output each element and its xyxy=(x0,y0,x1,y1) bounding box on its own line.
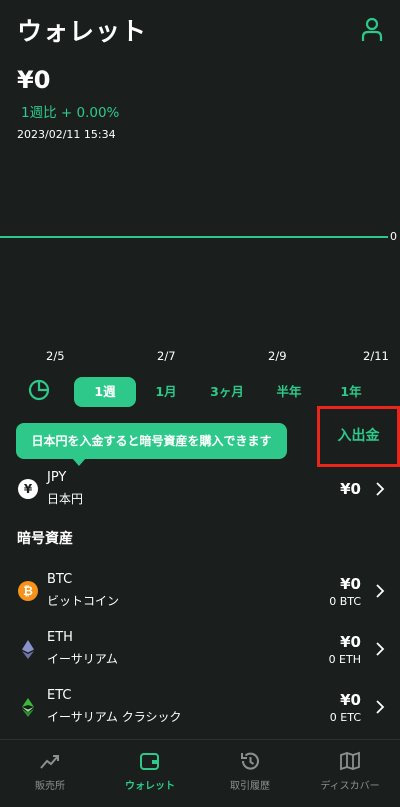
weekly-change: 1週比 + 0.00% xyxy=(21,105,120,121)
tab-exchange[interactable]: 販売所 xyxy=(0,740,100,807)
asset-amount: ¥0 xyxy=(340,691,361,709)
ethereum-icon xyxy=(22,640,34,659)
pie-chart-icon xyxy=(28,379,50,401)
tab-history[interactable]: 取引履歴 xyxy=(200,740,300,807)
asset-name: 日本円 xyxy=(47,492,84,506)
asset-quantity: 0 BTC xyxy=(329,595,361,608)
bottom-tab-bar: 販売所 ウォレット 取引履歴 ディスカバー xyxy=(0,739,400,807)
period-1w[interactable]: 1週 xyxy=(74,377,136,407)
person-icon xyxy=(361,17,383,41)
asset-quantity: 0 ETH xyxy=(328,653,361,666)
period-selector: 1週 1月 3ヶ月 半年 1年 xyxy=(0,376,400,408)
period-6m[interactable]: 半年 xyxy=(266,377,312,407)
asset-symbol: JPY xyxy=(47,470,67,485)
chevron-right-icon xyxy=(376,700,385,714)
chart-x-tick-label: 2/9 xyxy=(268,349,287,363)
yen-icon: ¥ xyxy=(18,479,38,499)
asset-name: イーサリアム クラシック xyxy=(47,710,182,724)
section-title-crypto: 暗号資産 xyxy=(17,531,73,547)
asset-name: イーサリアム xyxy=(47,652,118,666)
map-icon xyxy=(340,751,360,771)
asset-row-btc[interactable]: ₿ BTC ビットコイン ¥0 0 BTC xyxy=(0,572,400,616)
tab-label: ディスカバー xyxy=(320,781,380,792)
wallet-icon xyxy=(140,753,159,770)
asset-row-etc[interactable]: ETC イーサリアム クラシック ¥0 0 ETC xyxy=(0,688,400,732)
chart-x-tick-label: 2/11 xyxy=(363,349,389,363)
tab-label: ウォレット xyxy=(125,781,175,792)
asset-symbol: BTC xyxy=(47,572,73,587)
chart-y-tick-label: 0 xyxy=(390,230,397,243)
tab-label: 取引履歴 xyxy=(230,781,270,792)
bitcoin-icon: ₿ xyxy=(18,581,38,601)
asset-row-jpy[interactable]: ¥ JPY 日本円 ¥0 xyxy=(0,470,400,514)
page-title: ウォレット xyxy=(17,17,148,46)
period-1y[interactable]: 1年 xyxy=(328,377,374,407)
ethereum-classic-icon xyxy=(22,698,34,717)
tab-label: 販売所 xyxy=(35,781,65,792)
pie-chart-button[interactable] xyxy=(28,379,50,401)
deposit-hint-tooltip: 日本円を入金すると暗号資産を購入できます xyxy=(16,423,287,466)
asset-amount: ¥0 xyxy=(340,633,361,651)
asset-symbol: ETH xyxy=(47,630,73,645)
chart-x-tick-label: 2/5 xyxy=(46,349,65,363)
tab-discover[interactable]: ディスカバー xyxy=(300,740,400,807)
total-balance: ¥0 xyxy=(17,66,51,94)
chevron-right-icon xyxy=(376,482,385,496)
trend-chart-icon xyxy=(40,755,59,769)
period-3m[interactable]: 3ヶ月 xyxy=(202,377,252,407)
asset-row-eth[interactable]: ETH イーサリアム ¥0 0 ETH xyxy=(0,630,400,674)
asset-amount: ¥0 xyxy=(340,480,361,498)
history-icon xyxy=(241,752,259,770)
account-button[interactable] xyxy=(360,16,384,42)
asset-symbol: ETC xyxy=(47,688,72,703)
chart-series-line xyxy=(0,236,388,238)
asset-amount: ¥0 xyxy=(340,575,361,593)
chevron-right-icon xyxy=(376,584,385,598)
tab-wallet[interactable]: ウォレット xyxy=(100,740,200,807)
timestamp: 2023/02/11 15:34 xyxy=(17,128,116,141)
period-1m[interactable]: 1月 xyxy=(145,377,187,407)
chart-x-tick-label: 2/7 xyxy=(157,349,176,363)
asset-name: ビットコイン xyxy=(47,594,120,608)
deposit-withdraw-button[interactable]: 入出金 xyxy=(317,406,400,467)
chevron-right-icon xyxy=(376,642,385,656)
asset-quantity: 0 ETC xyxy=(329,711,361,724)
